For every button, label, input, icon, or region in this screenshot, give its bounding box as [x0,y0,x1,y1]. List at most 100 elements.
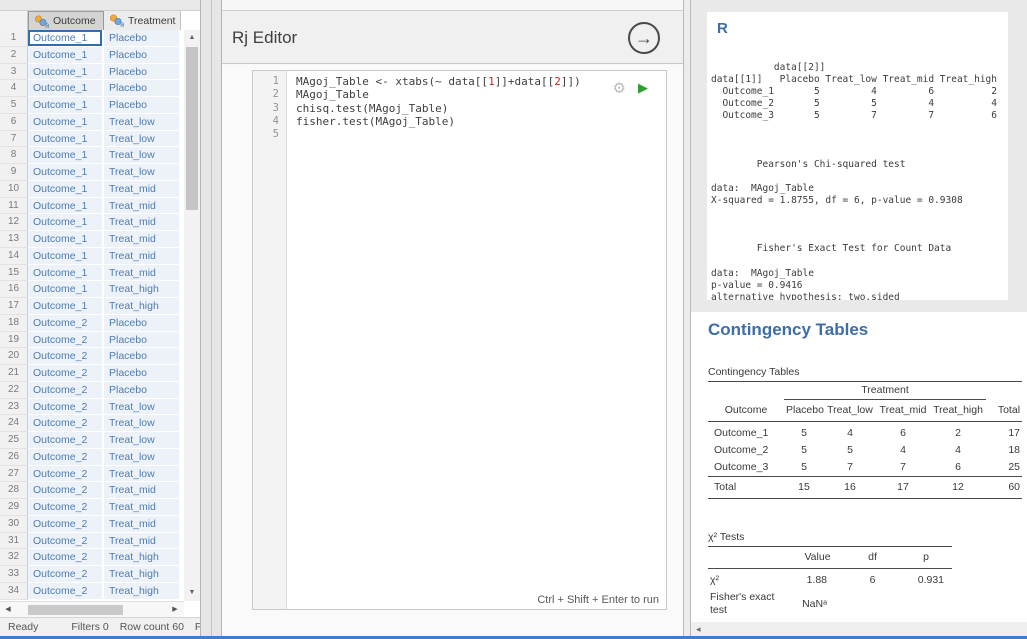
row-number[interactable]: 13 [0,231,28,248]
grid-cell-treatment[interactable]: Treat_mid [104,499,181,516]
grid-cell-treatment[interactable]: Treat_mid [104,516,181,533]
grid-cell-outcome[interactable]: Outcome_1 [28,231,104,248]
grid-cell-treatment[interactable]: Placebo [104,332,181,349]
results-horizontal-scrollbar[interactable]: ◂ [691,622,1027,636]
row-number[interactable]: 8 [0,147,28,164]
gear-icon[interactable]: ⚙ [613,79,626,97]
grid-cell-treatment[interactable]: Placebo [104,47,181,64]
grid-cell-treatment[interactable]: Treat_mid [104,181,181,198]
grid-cell-outcome[interactable]: Outcome_2 [28,566,104,583]
vertical-scrollbar-thumb[interactable] [186,47,198,210]
grid-cell-treatment[interactable]: Treat_high [104,281,181,298]
grid-cell-outcome[interactable]: Outcome_2 [28,533,104,550]
grid-cell-treatment[interactable]: Treat_mid [104,533,181,550]
grid-cell-outcome[interactable]: Outcome_2 [28,332,104,349]
code-editor[interactable]: 12345 MAgoj_Table <- xtabs(~ data[[1]]+d… [252,70,667,610]
row-number[interactable]: 32 [0,549,28,566]
row-number[interactable]: 25 [0,432,28,449]
row-number[interactable]: 24 [0,415,28,432]
horizontal-scrollbar-thumb[interactable] [28,605,123,615]
row-number[interactable]: 11 [0,198,28,215]
row-number[interactable]: 15 [0,265,28,282]
scroll-left-icon[interactable]: ◀ [1,602,15,617]
grid-cell-treatment[interactable]: Treat_low [104,131,181,148]
grid-cell-outcome[interactable]: Outcome_2 [28,466,104,483]
row-number[interactable]: 2 [0,47,28,64]
row-number[interactable]: 14 [0,248,28,265]
row-number[interactable]: 31 [0,533,28,550]
row-number[interactable]: 5 [0,97,28,114]
grid-cell-treatment[interactable]: Placebo [104,97,181,114]
grid-cell-outcome[interactable]: Outcome_2 [28,415,104,432]
grid-cell-treatment[interactable]: Treat_mid [104,265,181,282]
vertical-scrollbar[interactable]: ▲ ▼ [184,30,200,601]
row-number[interactable]: 4 [0,80,28,97]
horizontal-scrollbar[interactable]: ◀ ▶ [0,601,184,617]
row-number[interactable]: 21 [0,365,28,382]
grid-cell-outcome[interactable]: Outcome_2 [28,516,104,533]
code-text-area[interactable]: MAgoj_Table <- xtabs(~ data[[1]]+data[[2… [288,71,648,609]
grid-cell-outcome[interactable]: Outcome_1 [28,131,104,148]
grid-cell-outcome[interactable]: Outcome_1 [28,64,104,81]
row-number[interactable]: 20 [0,348,28,365]
row-number[interactable]: 30 [0,516,28,533]
row-number[interactable]: 18 [0,315,28,332]
grid-cell-outcome[interactable]: Outcome_1 [28,248,104,265]
grid-cell-outcome[interactable]: Outcome_1 [28,30,104,47]
row-number[interactable]: 29 [0,499,28,516]
grid-corner-cell[interactable] [0,11,28,31]
run-play-icon[interactable]: ▶ [638,80,648,96]
grid-cell-outcome[interactable]: Outcome_2 [28,482,104,499]
row-number[interactable]: 16 [0,281,28,298]
row-number[interactable]: 12 [0,214,28,231]
scroll-right-icon[interactable]: ▶ [168,602,182,617]
row-number[interactable]: 22 [0,382,28,399]
scroll-down-icon[interactable]: ▼ [184,586,200,600]
grid-cell-treatment[interactable]: Treat_high [104,549,181,566]
row-number[interactable]: 19 [0,332,28,349]
grid-cell-treatment[interactable]: Treat_mid [104,482,181,499]
grid-cell-treatment[interactable]: Treat_low [104,147,181,164]
column-header-outcome[interactable]: a Outcome [28,11,104,31]
row-number[interactable]: 6 [0,114,28,131]
grid-cell-outcome[interactable]: Outcome_1 [28,281,104,298]
row-number[interactable]: 28 [0,482,28,499]
grid-cell-treatment[interactable]: Treat_high [104,583,181,600]
grid-cell-treatment[interactable]: Treat_mid [104,231,181,248]
panel-splitter-left[interactable] [200,0,222,636]
grid-cell-outcome[interactable]: Outcome_1 [28,298,104,315]
grid-cell-outcome[interactable]: Outcome_1 [28,80,104,97]
grid-cell-treatment[interactable]: Placebo [104,365,181,382]
row-number[interactable]: 3 [0,64,28,81]
grid-cell-outcome[interactable]: Outcome_1 [28,164,104,181]
row-number[interactable]: 27 [0,466,28,483]
grid-cell-treatment[interactable]: Treat_mid [104,214,181,231]
grid-cell-treatment[interactable]: Placebo [104,64,181,81]
grid-cell-outcome[interactable]: Outcome_2 [28,499,104,516]
grid-cell-treatment[interactable]: Treat_mid [104,248,181,265]
row-number[interactable]: 17 [0,298,28,315]
row-number[interactable]: 33 [0,566,28,583]
grid-cell-outcome[interactable]: Outcome_2 [28,382,104,399]
grid-cell-outcome[interactable]: Outcome_1 [28,214,104,231]
row-number[interactable]: 1 [0,30,28,47]
grid-cell-outcome[interactable]: Outcome_2 [28,348,104,365]
r-output-card[interactable]: R data[[2]] data[[1]] Placebo Treat_low … [707,12,1008,300]
grid-cell-treatment[interactable]: Placebo [104,382,181,399]
grid-cell-outcome[interactable]: Outcome_1 [28,97,104,114]
collapse-arrow-button[interactable]: → [628,22,660,54]
panel-splitter-right[interactable] [683,0,691,636]
grid-cell-treatment[interactable]: Treat_low [104,114,181,131]
grid-cell-treatment[interactable]: Treat_high [104,298,181,315]
column-header-treatment[interactable]: a Treatment [104,11,181,31]
grid-cell-treatment[interactable]: Placebo [104,348,181,365]
grid-cell-treatment[interactable]: Placebo [104,80,181,97]
grid-cell-outcome[interactable]: Outcome_1 [28,198,104,215]
row-number[interactable]: 34 [0,583,28,600]
grid-cell-treatment[interactable]: Placebo [104,30,181,47]
grid-cell-treatment[interactable]: Treat_high [104,566,181,583]
grid-cell-outcome[interactable]: Outcome_1 [28,47,104,64]
grid-cell-treatment[interactable]: Treat_low [104,432,181,449]
grid-cell-treatment[interactable]: Treat_mid [104,198,181,215]
row-number[interactable]: 26 [0,449,28,466]
